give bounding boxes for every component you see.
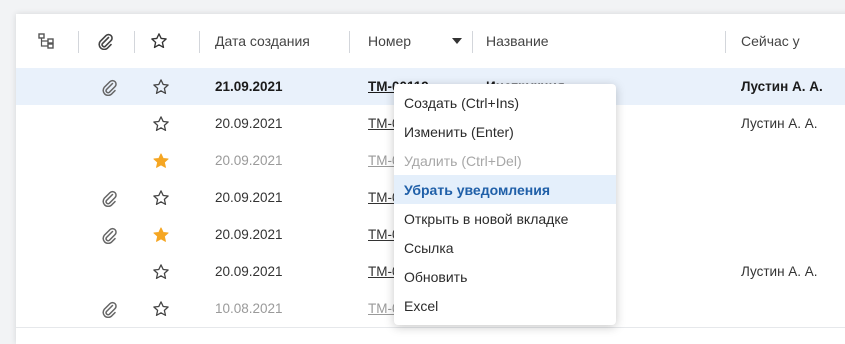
date-cell: 21.09.2021 — [215, 79, 283, 94]
column-divider — [349, 31, 350, 53]
star-outline-icon[interactable] — [150, 68, 172, 105]
sort-desc-icon[interactable] — [452, 14, 466, 68]
column-divider — [725, 31, 726, 53]
date-cell: 20.09.2021 — [215, 116, 283, 131]
menu-item: Удалить (Ctrl+Del) — [404, 152, 522, 169]
column-header-date[interactable]: Дата создания — [215, 14, 310, 68]
menu-item[interactable]: Убрать уведомления — [394, 175, 616, 204]
context-menu: Создать (Ctrl+Ins) Изменить (Enter) Удалит… — [394, 84, 616, 325]
menu-item[interactable]: Изменить (Enter) — [394, 117, 616, 146]
star-filled-icon[interactable] — [150, 142, 172, 179]
column-divider — [472, 31, 473, 53]
column-header-number[interactable]: Номер — [368, 14, 411, 68]
date-cell: 20.09.2021 — [215, 227, 283, 242]
star-outline-icon[interactable] — [150, 290, 172, 327]
paperclip-icon — [96, 68, 122, 105]
menu-item[interactable]: Ссылка — [394, 233, 616, 262]
star-outline-icon[interactable] — [150, 105, 172, 142]
paperclip-icon — [96, 290, 122, 327]
star-filled-icon[interactable] — [150, 216, 172, 253]
column-header-title[interactable]: Название — [486, 14, 549, 68]
table-header: Дата создания Номер Название Сейчас у — [16, 14, 845, 69]
tree-structure-icon[interactable] — [38, 14, 64, 68]
date-cell: 10.08.2021 — [215, 301, 283, 316]
menu-item[interactable]: Обновить — [394, 262, 616, 291]
paperclip-icon — [96, 179, 122, 216]
paperclip-icon — [96, 216, 122, 253]
now-at-cell: Лустин А. А. — [741, 264, 818, 279]
now-at-cell: Лустин А. А. — [741, 79, 823, 94]
column-divider — [78, 31, 79, 53]
menu-item[interactable]: Создать (Ctrl+Ins) — [394, 88, 616, 117]
menu-item[interactable]: Excel — [394, 291, 616, 320]
date-cell: 20.09.2021 — [215, 264, 283, 279]
star-outline-icon[interactable] — [150, 14, 172, 68]
now-at-cell: Лустин А. А. — [741, 116, 818, 131]
column-header-now-at[interactable]: Сейчас у — [741, 14, 800, 68]
date-cell: 20.09.2021 — [215, 190, 283, 205]
star-outline-icon[interactable] — [150, 179, 172, 216]
date-cell: 20.09.2021 — [215, 153, 283, 168]
column-divider — [199, 31, 200, 53]
paperclip-icon[interactable] — [96, 14, 122, 68]
column-divider — [134, 31, 135, 53]
menu-item[interactable]: Открыть в новой вкладке — [394, 204, 616, 233]
star-outline-icon[interactable] — [150, 253, 172, 290]
